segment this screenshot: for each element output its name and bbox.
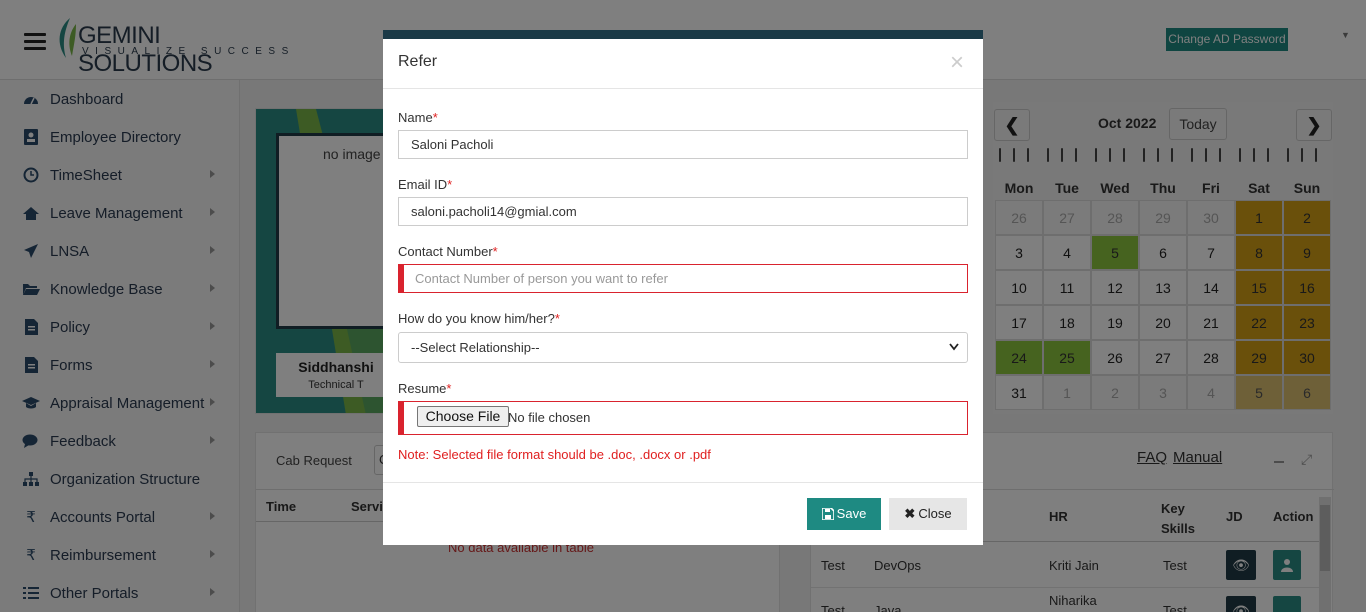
close-label: Close [918,506,952,521]
resume-label-text: Resume [398,381,447,396]
save-icon [820,500,835,532]
file-status-text: No file chosen [508,410,591,425]
relationship-select[interactable]: --Select Relationship-- [398,332,968,363]
contact-number-label: Contact Number* [398,244,498,259]
modal-title: Refer [398,53,438,70]
contact-number-input[interactable]: Contact Number of person you want to ref… [398,264,968,293]
required-mark: * [554,311,560,326]
email-label-text: Email ID [398,177,448,192]
save-label: Save [836,506,867,521]
required-mark: * [446,381,452,396]
required-mark: * [432,110,438,125]
contact-label-text: Contact Number [398,244,493,259]
relationship-select-value: --Select Relationship-- [411,340,540,355]
choose-file-button[interactable]: Choose File [417,406,509,427]
required-mark: * [447,177,453,192]
resume-label: Resume* [398,381,451,396]
file-format-note: Note: Selected file format should be .do… [398,447,711,462]
divider [383,482,983,483]
required-mark: * [492,244,498,259]
divider [383,88,983,89]
x-icon: ✖ [904,506,916,521]
chevron-down-icon [949,333,959,363]
name-input[interactable]: Saloni Pacholi [398,130,968,159]
close-button[interactable]: ✖ Close [889,498,967,530]
email-label: Email ID* [398,177,452,192]
save-button[interactable]: Save [807,498,881,530]
refer-modal: Refer × Name* Saloni Pacholi Email ID* s… [383,30,983,545]
email-input[interactable]: saloni.pacholi14@gmial.com [398,197,968,226]
resume-file-input[interactable]: Choose File No file chosen [398,401,968,435]
relationship-label-text: How do you know him/her? [398,311,555,326]
relationship-label: How do you know him/her?* [398,311,560,326]
close-icon[interactable]: × [950,51,964,75]
name-label-text: Name [398,110,433,125]
name-label: Name* [398,110,438,125]
